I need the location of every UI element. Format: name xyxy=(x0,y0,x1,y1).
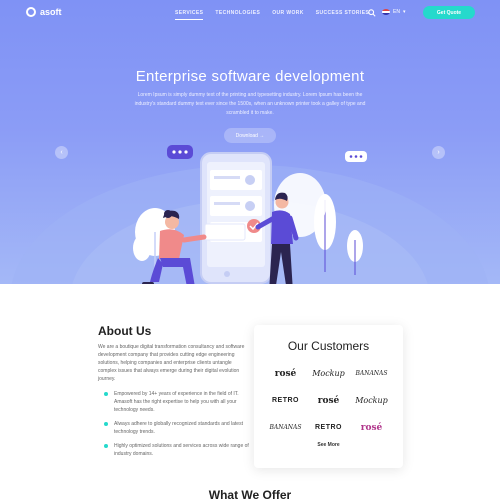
get-quote-button[interactable]: Get Quote xyxy=(423,6,475,19)
carousel-next-button[interactable]: › xyxy=(432,146,445,159)
chevron-left-icon: ‹ xyxy=(60,149,63,156)
customers-card: Our Customers rosé Mockup BANANAS RETRO … xyxy=(254,325,403,468)
nav-item-success-stories[interactable]: SUCCESS STORIES xyxy=(316,10,369,20)
arrow-right-icon: → xyxy=(257,132,265,139)
list-item: Highly optimized solutions and services … xyxy=(104,442,254,458)
hero-title: Enterprise software development xyxy=(135,68,365,85)
logo-icon xyxy=(26,7,36,17)
customer-logo[interactable]: BANANAS xyxy=(264,419,307,436)
customer-logos: rosé Mockup BANANAS RETRO rosé Mockup BA… xyxy=(264,365,393,436)
nav-item-our-work[interactable]: OUR WORK xyxy=(272,10,304,20)
customer-logo[interactable]: rosé xyxy=(350,419,393,436)
carousel-prev-button[interactable]: ‹ xyxy=(55,146,68,159)
customer-logo[interactable]: BANANAS xyxy=(350,365,393,382)
customer-logo[interactable]: rosé xyxy=(307,392,350,409)
customer-logo[interactable]: Mockup xyxy=(307,365,350,382)
main-nav: SERVICES TECHNOLOGIES OUR WORK SUCCESS S… xyxy=(175,10,369,20)
top-navbar: asoft SERVICES TECHNOLOGIES OUR WORK SUC… xyxy=(0,0,500,27)
list-item: Empowered by 14+ years of experience in … xyxy=(104,390,254,414)
about-bullets: Empowered by 14+ years of experience in … xyxy=(104,390,254,464)
about-title: About Us xyxy=(98,324,152,338)
language-label: EN xyxy=(393,9,400,15)
nav-item-technologies[interactable]: TECHNOLOGIES xyxy=(215,10,260,20)
search-icon[interactable] xyxy=(368,9,376,17)
download-button[interactable]: Download → xyxy=(224,128,276,143)
see-more-link[interactable]: See More xyxy=(254,442,403,448)
customers-title: Our Customers xyxy=(287,339,370,353)
chevron-down-icon: ▾ xyxy=(402,9,406,15)
chevron-right-icon: › xyxy=(437,149,440,156)
customer-logo[interactable]: RETRO xyxy=(307,419,350,436)
brand-logo[interactable]: asoft xyxy=(26,7,62,17)
language-selector[interactable]: EN ▾ xyxy=(382,9,405,15)
flag-icon xyxy=(382,9,390,15)
customer-logo[interactable]: RETRO xyxy=(264,392,307,409)
list-item: Always adhere to globally recognized sta… xyxy=(104,420,254,436)
hero-section: asoft SERVICES TECHNOLOGIES OUR WORK SUC… xyxy=(0,0,500,284)
download-label: Download xyxy=(235,132,258,139)
about-text: We are a boutique digital transformation… xyxy=(98,344,245,382)
customer-logo[interactable]: Mockup xyxy=(350,392,393,409)
nav-item-services[interactable]: SERVICES xyxy=(175,10,204,20)
customer-logo[interactable]: rosé xyxy=(264,365,307,382)
brand-name: asoft xyxy=(40,7,62,17)
hero-description: Lorem Ipsum is simply dummy text of the … xyxy=(134,92,366,116)
